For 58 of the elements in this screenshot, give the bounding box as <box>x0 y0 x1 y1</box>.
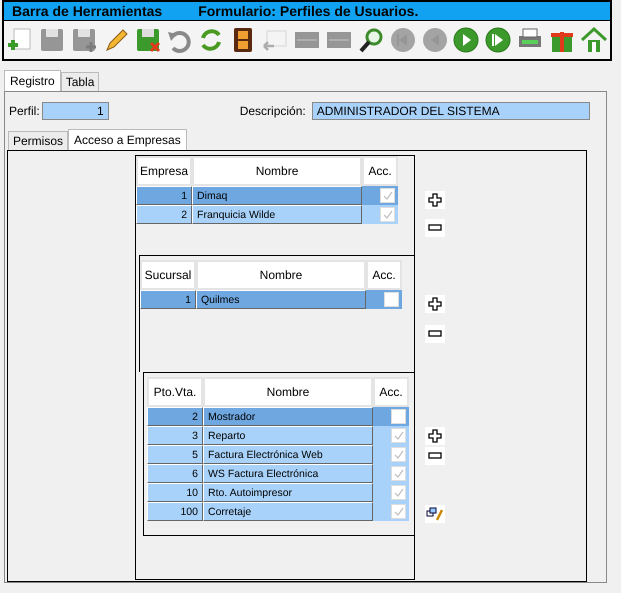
descripcion-label: Descripción: <box>240 104 306 118</box>
column-header: Empresa <box>136 156 192 186</box>
checkbox[interactable] <box>391 485 406 500</box>
checkbox[interactable] <box>391 428 406 443</box>
table-cell: Quilmes <box>201 294 240 306</box>
table-cell: 2 <box>181 208 188 220</box>
column-header: Sucursal <box>140 260 196 290</box>
add-icon[interactable] <box>425 427 445 445</box>
table-cell: Mostrador <box>208 410 256 422</box>
table-cell: Rto. Autoimpresor <box>208 486 292 498</box>
remove-icon[interactable] <box>425 325 445 343</box>
table-cell: Reparto <box>208 430 246 442</box>
checkbox[interactable] <box>391 409 406 424</box>
column-header: Pto.Vta. <box>147 377 203 407</box>
last-icon <box>484 26 512 54</box>
add-icon[interactable] <box>425 191 445 209</box>
table-cell: 6 <box>192 468 198 480</box>
table-cell: Franquicia Wilde <box>197 208 276 220</box>
table-cell: 1 <box>185 294 191 306</box>
table-cell: 3 <box>192 430 198 442</box>
checkbox[interactable] <box>380 207 396 222</box>
table-cell: 100 <box>180 506 198 518</box>
column-header: Nombre <box>203 377 373 407</box>
column-header: Acc. <box>366 260 402 290</box>
add-icon[interactable] <box>425 295 445 313</box>
table-cell: 1 <box>181 190 188 202</box>
first-icon <box>388 26 417 54</box>
table-cell: 2 <box>192 410 198 422</box>
search-icon <box>356 26 385 54</box>
form-tab[interactable]: Tabla <box>60 72 100 91</box>
perfil-label: Perfil: <box>9 104 40 118</box>
form-title: Formulario: Perfiles de Usuarios. <box>198 3 418 19</box>
table-cell: 10 <box>186 486 198 498</box>
next-icon <box>452 26 480 54</box>
table-cell: 5 <box>192 448 198 460</box>
table-cell: Factura Electrónica Web <box>208 448 323 460</box>
form-tab[interactable]: Registro <box>4 70 61 91</box>
remove-icon[interactable] <box>425 219 445 237</box>
column-header: Acc. <box>373 377 409 407</box>
checkbox[interactable] <box>391 504 406 519</box>
table-cell: Dimaq <box>197 190 228 202</box>
remove-icon[interactable] <box>425 447 445 465</box>
perfil-field[interactable]: 1 <box>42 102 109 120</box>
table-cell: Corretaje <box>208 506 252 518</box>
checkbox[interactable] <box>391 447 406 462</box>
column-header: Nombre <box>192 156 362 186</box>
sub-tab[interactable]: Permisos <box>8 131 68 150</box>
table-cell: WS Factura Electrónica <box>208 468 318 480</box>
column-header: Acc. <box>362 156 398 186</box>
prev-icon <box>420 26 449 54</box>
checkbox[interactable] <box>391 466 406 481</box>
toolbar-title: Barra de Herramientas <box>12 3 162 19</box>
edit-icon[interactable] <box>425 505 445 523</box>
checkbox[interactable] <box>384 292 399 307</box>
column-header: Nombre <box>196 260 366 290</box>
checkbox[interactable] <box>380 188 396 203</box>
descripcion-field[interactable]: ADMINISTRADOR DEL SISTEMA <box>312 102 590 120</box>
sub-tab[interactable]: Acceso a Empresas <box>68 129 187 150</box>
